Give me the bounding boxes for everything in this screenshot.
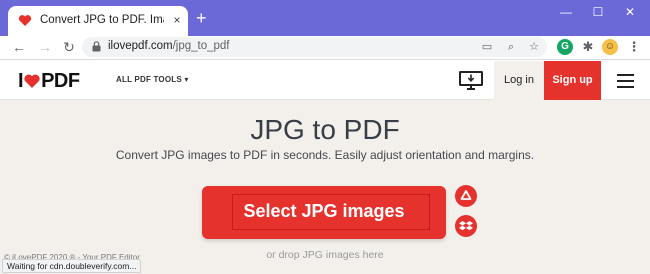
- grammarly-extension-icon[interactable]: G: [557, 39, 573, 55]
- maximize-button[interactable]: ☐: [588, 4, 608, 20]
- heart-icon: [24, 74, 40, 88]
- extensions-puzzle-icon[interactable]: ✱: [580, 39, 596, 55]
- address-bar[interactable]: ilovepdf.com/jpg_to_pdf ▭ ⌕ ☆: [82, 37, 547, 57]
- tab-close-icon[interactable]: ×: [170, 13, 184, 27]
- bookmark-star-icon[interactable]: ☆: [527, 40, 541, 54]
- page-title: JPG to PDF: [250, 114, 400, 145]
- all-pdf-tools-label: ALL PDF TOOLS: [116, 75, 182, 84]
- google-drive-button[interactable]: [455, 185, 477, 207]
- site-header: I PDF ALL PDF TOOLS ▾ Log in Sign up: [0, 61, 650, 100]
- close-window-button[interactable]: ✕: [620, 4, 640, 20]
- url-path: /jpg_to_pdf: [172, 40, 230, 52]
- select-jpg-images-button[interactable]: Select JPG images: [202, 186, 446, 239]
- caret-down-icon: ▾: [184, 75, 189, 84]
- browser-tab[interactable]: Convert JPG to PDF. Images JPG ×: [8, 6, 188, 36]
- signup-button[interactable]: Sign up: [544, 61, 601, 100]
- cast-icon[interactable]: ▭: [480, 40, 494, 54]
- page-subtitle: Convert JPG images to PDF in seconds. Ea…: [115, 148, 535, 162]
- main-content: JPG to PDF Convert JPG images to PDF in …: [0, 100, 650, 274]
- desktop-download-icon[interactable]: [458, 69, 484, 93]
- lock-icon: [92, 41, 101, 52]
- dropbox-icon: [459, 221, 473, 231]
- login-button[interactable]: Log in: [494, 61, 544, 100]
- all-pdf-tools-menu[interactable]: ALL PDF TOOLS ▾: [116, 75, 189, 84]
- hamburger-menu-icon[interactable]: [617, 74, 634, 88]
- google-drive-icon: [460, 190, 472, 200]
- logo-pdf-text: PDF: [41, 70, 80, 92]
- reload-icon[interactable]: ↻: [60, 38, 78, 56]
- url-domain: ilovepdf.com: [108, 40, 173, 52]
- browser-toolbar: ← → ↻ ilovepdf.com/jpg_to_pdf ▭ ⌕ ☆ G ✱ …: [0, 36, 650, 60]
- browser-menu-icon[interactable]: ⋮: [626, 39, 642, 55]
- forward-arrow-icon[interactable]: →: [36, 38, 54, 56]
- browser-titlebar: Convert JPG to PDF. Images JPG × + — ☐ ✕: [0, 0, 650, 36]
- url-text: ilovepdf.com/jpg_to_pdf: [108, 40, 229, 52]
- dropbox-button[interactable]: [455, 215, 477, 237]
- ilovepdf-logo[interactable]: I PDF: [18, 70, 80, 92]
- ilovepdf-favicon-icon: [18, 15, 32, 26]
- back-arrow-icon[interactable]: ←: [10, 38, 28, 56]
- new-tab-button[interactable]: +: [196, 9, 207, 27]
- minimize-button[interactable]: —: [556, 4, 576, 20]
- zoom-icon[interactable]: ⌕: [504, 40, 518, 54]
- browser-status-bar: Waiting for cdn.doubleverify.com...: [2, 259, 142, 273]
- profile-avatar-icon[interactable]: ☺: [602, 39, 618, 55]
- tab-title: Convert JPG to PDF. Images JPG: [40, 14, 164, 26]
- select-button-label: Select JPG images: [243, 201, 405, 221]
